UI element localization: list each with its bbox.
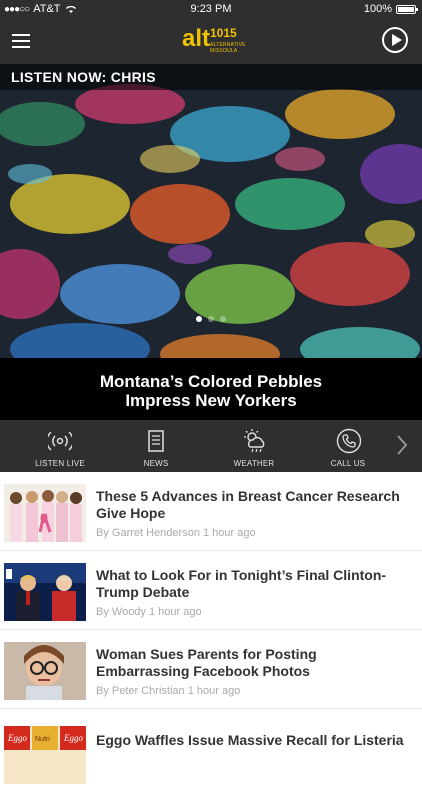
hero-caption-line1: Montana’s Colored Pebbles xyxy=(99,372,323,391)
article-item[interactable]: Woman Sues Parents for Posting Embarrass… xyxy=(0,630,422,708)
battery-icon xyxy=(396,4,418,14)
article-title[interactable]: What to Look For in Tonight’s Final Clin… xyxy=(96,567,406,601)
station-logo: alt 1015 ALTERNATIVE MISSOULA xyxy=(182,24,245,58)
pager-dot[interactable] xyxy=(220,316,226,322)
pager-dot[interactable] xyxy=(208,316,214,322)
slide-pager[interactable] xyxy=(0,316,422,322)
quick-actions-bar: LISTEN LIVE NEWS WEATHER CALL US xyxy=(0,420,422,472)
logo-subtitle: ALTERNATIVE MISSOULA xyxy=(210,42,246,54)
status-bar: ●●●○○ AT&T 9:23 PM 100% xyxy=(0,0,422,18)
article-thumbnail xyxy=(4,484,86,542)
quick-label: CALL US xyxy=(330,459,366,468)
logo-frequency: 1015 xyxy=(210,26,237,40)
article-byline: By Garret Henderson xyxy=(96,527,200,539)
article-item[interactable]: Eggo Nutri Eggo Eggo Waffles Issue Massi… xyxy=(0,709,422,787)
article-title[interactable]: Eggo Waffles Issue Massive Recall for Li… xyxy=(96,732,406,749)
article-meta: By Peter Christian 1 hour ago xyxy=(96,685,240,697)
status-time: 9:23 PM xyxy=(190,3,232,15)
weather-button[interactable]: WEATHER xyxy=(214,420,294,472)
play-button[interactable] xyxy=(382,27,408,53)
article-byline: By Woody xyxy=(96,606,146,618)
broadcast-icon xyxy=(48,431,72,451)
hero-caption-line2: Impress New Yorkers xyxy=(125,391,297,410)
article-thumbnail xyxy=(4,563,86,621)
pager-dot-active[interactable] xyxy=(196,316,202,322)
article-age: 1 hour ago xyxy=(203,527,256,539)
article-thumbnail xyxy=(4,642,86,700)
article-age: 1 hour ago xyxy=(187,685,241,697)
quick-label: LISTEN LIVE xyxy=(35,459,85,468)
svg-text:Eggo: Eggo xyxy=(7,733,27,743)
nav-bar: alt 1015 ALTERNATIVE MISSOULA xyxy=(0,18,422,64)
quick-label: NEWS xyxy=(143,459,169,468)
newspaper-icon xyxy=(148,430,164,452)
article-meta: By Woody 1 hour ago xyxy=(96,606,202,618)
quick-label: WEATHER xyxy=(233,459,275,468)
svg-text:Eggo: Eggo xyxy=(63,733,83,743)
hamburger-menu-icon[interactable] xyxy=(12,34,30,48)
phone-icon xyxy=(336,428,362,454)
article-title[interactable]: These 5 Advances in Breast Cancer Resear… xyxy=(96,488,406,522)
battery-percent: 100% xyxy=(363,3,392,15)
listen-now-label: LISTEN NOW: CHRIS xyxy=(11,69,156,85)
call-us-button[interactable]: CALL US xyxy=(308,420,388,472)
svg-text:Nutri: Nutri xyxy=(35,736,50,743)
listen-live-button[interactable]: LISTEN LIVE xyxy=(20,420,100,472)
weather-icon xyxy=(244,429,265,453)
logo-main-text: alt xyxy=(182,25,211,52)
battery-area: 100% xyxy=(363,3,418,15)
article-item[interactable]: These 5 Advances in Breast Cancer Resear… xyxy=(0,472,422,550)
article-age: 1 hour ago xyxy=(149,606,202,618)
article-thumbnail: Eggo Nutri Eggo xyxy=(4,726,86,784)
news-button[interactable]: NEWS xyxy=(116,420,196,472)
article-title[interactable]: Woman Sues Parents for Posting Embarrass… xyxy=(96,646,406,680)
hero-caption[interactable]: Montana’s Colored Pebbles Impress New Yo… xyxy=(0,358,422,420)
chevron-right-icon[interactable] xyxy=(396,434,408,456)
article-meta: By Garret Henderson 1 hour ago xyxy=(96,527,256,539)
article-byline: By Peter Christian xyxy=(96,685,185,697)
listen-now-bar[interactable]: LISTEN NOW: CHRIS xyxy=(0,64,422,90)
article-item[interactable]: What to Look For in Tonight’s Final Clin… xyxy=(0,551,422,629)
